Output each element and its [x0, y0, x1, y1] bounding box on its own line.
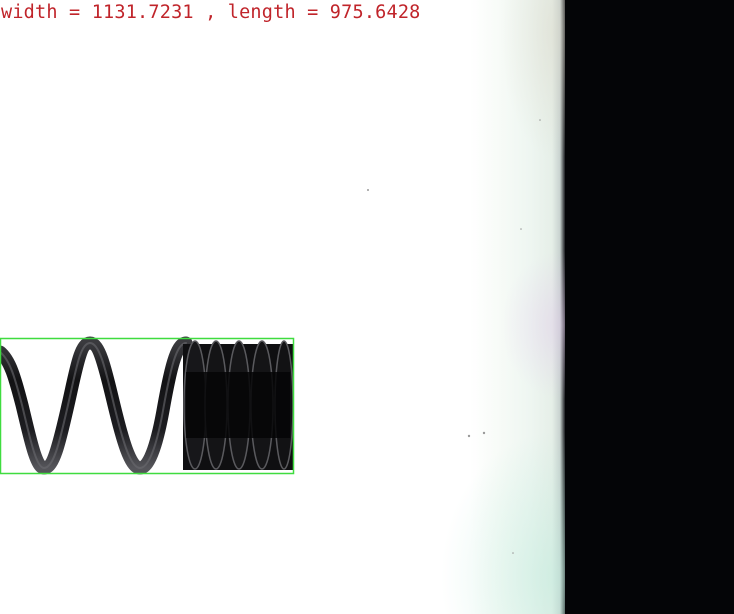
microscope-image: width = 1131.7231 , length = 975.6428 — [0, 0, 734, 614]
spring-overlay — [0, 119, 541, 554]
spring-closed-coils — [183, 340, 294, 470]
spring-open-coil — [0, 336, 193, 475]
measurement-label: width = 1131.7231 , length = 975.6428 — [1, 2, 421, 23]
dust-specks — [367, 119, 541, 554]
